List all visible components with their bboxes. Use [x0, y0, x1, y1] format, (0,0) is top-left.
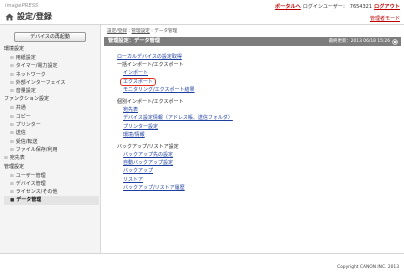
sidebar-item-label: 送信 [15, 130, 26, 137]
expand-icon: ⊞ [10, 173, 14, 179]
expand-icon: ⊞ [10, 123, 14, 129]
sidebar-item-label: ライセンス/その他 [15, 189, 58, 196]
login-user-value: 7654321 [349, 3, 373, 10]
local-device-settings-link[interactable]: ローカルデバイスの設定取得 [117, 53, 397, 61]
main-panel: 設定/登録 : 管理設定 : データ管理 管理設定：データ管理 最終更新：201… [102, 25, 404, 253]
expand-icon: ⊞ [4, 156, 8, 162]
sidebar-item-device-management[interactable]: ⊞ デバイス管理 [4, 180, 99, 188]
expand-icon: ⊞ [10, 131, 14, 137]
page-title: 設定/登録 [5, 11, 52, 22]
expand-icon: ⊞ [10, 190, 14, 196]
sidebar-section-management: 管理設定 [4, 163, 25, 170]
sidebar-item-copy[interactable]: ⊞ コピー [4, 113, 99, 121]
sidebar-item-file-storage[interactable]: ⊞ ファイル保存/利用 [4, 146, 99, 154]
sidebar-item-network[interactable]: ⊞ ネットワーク [4, 71, 99, 79]
expand-icon: ⊞ [10, 147, 14, 153]
sidebar-nav: 環境設定 ⊞ 用紙設定 ⊞ タイマー/電力設定 ⊞ ネットワーク ⊞ 外部インターフェイ… [4, 45, 99, 205]
sidebar-item-external-interface[interactable]: ⊞ 外部インターフェイス [4, 79, 99, 87]
sidebar-item-license-other[interactable]: ⊞ ライセンス/その他 [4, 188, 99, 196]
backup-link[interactable]: バックアップ [117, 167, 397, 175]
breadcrumb-current: データ管理 [154, 29, 178, 34]
batch-export-row: エクスポート [117, 77, 397, 87]
expand-icon: ⊞ [10, 139, 14, 145]
admin-mode-link[interactable]: 管理者モード [370, 15, 400, 22]
sidebar-item-timer-power[interactable]: ⊞ タイマー/電力設定 [4, 62, 99, 70]
individual-import-export-heading: 個別インポート/エクスポート [117, 98, 184, 105]
sidebar-item-label: 外部インターフェイス [15, 79, 66, 86]
restart-device-button[interactable]: デバイスの再起動 [14, 32, 86, 42]
last-updated: 最終更新：2013 06/18 15:26 [329, 37, 398, 46]
sidebar-item-label: プリンター [15, 122, 41, 129]
individual-environment-link[interactable]: 環境/情報 [117, 131, 397, 139]
login-user-label: ログインユーザー： [302, 4, 348, 10]
top-bar: imagePRESS 設定/登録 ポータルへ ログインユーザー： 7654321… [0, 0, 404, 24]
sidebar-item-label: タイマー/電力設定 [15, 63, 58, 70]
sidebar-item-receive-forward[interactable]: ⊞ 受信/転送 [4, 138, 99, 146]
sidebar-item-label: コピー [15, 113, 31, 120]
batch-import-link[interactable]: インポート [117, 69, 397, 77]
expand-icon: ⊞ [10, 181, 14, 187]
brand-logo: imagePRESS [5, 3, 39, 9]
house-icon [5, 12, 14, 21]
last-updated-text: 最終更新：2013 06/18 15:26 [328, 39, 390, 44]
backup-destination-link[interactable]: バックアップ先の設定 [117, 151, 397, 159]
breadcrumb: 設定/登録 : 管理設定 : データ管理 [107, 28, 177, 34]
breadcrumb-management[interactable]: 管理設定 [131, 29, 149, 34]
section-header-bar: 管理設定：データ管理 最終更新：2013 06/18 15:26 [104, 37, 401, 46]
expand-icon: ⊞ [10, 56, 14, 61]
sidebar-item-label: ネットワーク [15, 71, 46, 78]
sidebar-item-printer[interactable]: ⊞ プリンター [4, 121, 99, 129]
breadcrumb-settings[interactable]: 設定/登録 [107, 29, 127, 34]
sidebar-item-label: 音量設定 [15, 88, 36, 95]
expand-icon: ⊞ [10, 114, 14, 120]
sidebar-item-label: 用紙設定 [15, 55, 36, 61]
backup-history-link[interactable]: バックアップ/リストア履歴 [117, 184, 397, 192]
active-marker-icon: ■ [10, 198, 15, 204]
sidebar-item-label: ファイル保存/利用 [15, 146, 58, 153]
auto-backup-link[interactable]: 自動バックアップ設定 [117, 159, 397, 167]
sidebar-item-data-management[interactable]: ■ データ管理 [4, 196, 99, 205]
batch-monitor-link[interactable]: モニタリング/エクスポート結果 [117, 86, 397, 94]
sidebar-item-common[interactable]: ⊞ 共通 [4, 104, 99, 112]
portal-link[interactable]: ポータルへ [275, 3, 301, 10]
section-header-title: 管理設定：データ管理 [108, 38, 160, 44]
user-area: ポータルへ ログインユーザー： 7654321 ログアウト [275, 2, 400, 11]
sidebar-item-send[interactable]: ⊞ 送信 [4, 129, 99, 137]
sidebar-section-environment: 環境設定 [4, 46, 25, 52]
expand-icon: ⊞ [10, 64, 14, 70]
sidebar-section-function: ファンクション設定 [4, 96, 50, 103]
expand-icon: ⊞ [10, 106, 14, 112]
sidebar-item-address-book[interactable]: ⊞ 宛先表 [4, 154, 99, 162]
logout-link[interactable]: ログアウト [374, 3, 400, 10]
sidebar-item-label: デバイス管理 [15, 180, 46, 187]
expand-icon: ⊞ [10, 80, 14, 86]
backup-restore-heading: バックアップ/リストア設定 [117, 143, 179, 150]
sidebar-item-paper[interactable]: ⊞ 用紙設定 [4, 54, 99, 62]
individual-device-settings-link[interactable]: デバイス設定情報（アドレス帳、送信フォルダ） [117, 114, 397, 122]
individual-address-book-link[interactable]: 宛先表 [117, 106, 397, 114]
sidebar: デバイスの再起動 環境設定 ⊞ 用紙設定 ⊞ タイマー/電力設定 ⊞ ネットワーク ⊞… [0, 25, 101, 253]
footer-divider [0, 253, 404, 254]
sidebar-item-label: 共通 [15, 105, 26, 112]
batch-export-link[interactable]: エクスポート [120, 77, 156, 87]
expand-icon: ⊞ [10, 72, 14, 78]
copyright: Copyright CANON INC. 2013 [337, 265, 399, 270]
expand-icon: ⊞ [10, 89, 14, 95]
sidebar-item-label: 受信/転送 [15, 138, 38, 145]
sidebar-item-label: データ管理 [16, 197, 42, 204]
sidebar-item-label: 宛先表 [9, 155, 25, 162]
individual-printer-settings-link[interactable]: プリンター設定 [117, 123, 397, 131]
page-title-text: 設定/登録 [17, 12, 52, 21]
sidebar-item-user-management[interactable]: ⊞ ユーザー管理 [4, 172, 99, 180]
restore-link[interactable]: リストア [117, 176, 397, 184]
sidebar-item-label: ユーザー管理 [15, 172, 46, 179]
sidebar-item-volume[interactable]: ⊞ 音量設定 [4, 87, 99, 95]
batch-import-export-heading: 一括インポート/エクスポート [117, 62, 184, 69]
refresh-icon[interactable] [392, 38, 398, 45]
data-management-content: ローカルデバイスの設定取得 一括インポート/エクスポート インポート エクスポー… [117, 53, 397, 192]
